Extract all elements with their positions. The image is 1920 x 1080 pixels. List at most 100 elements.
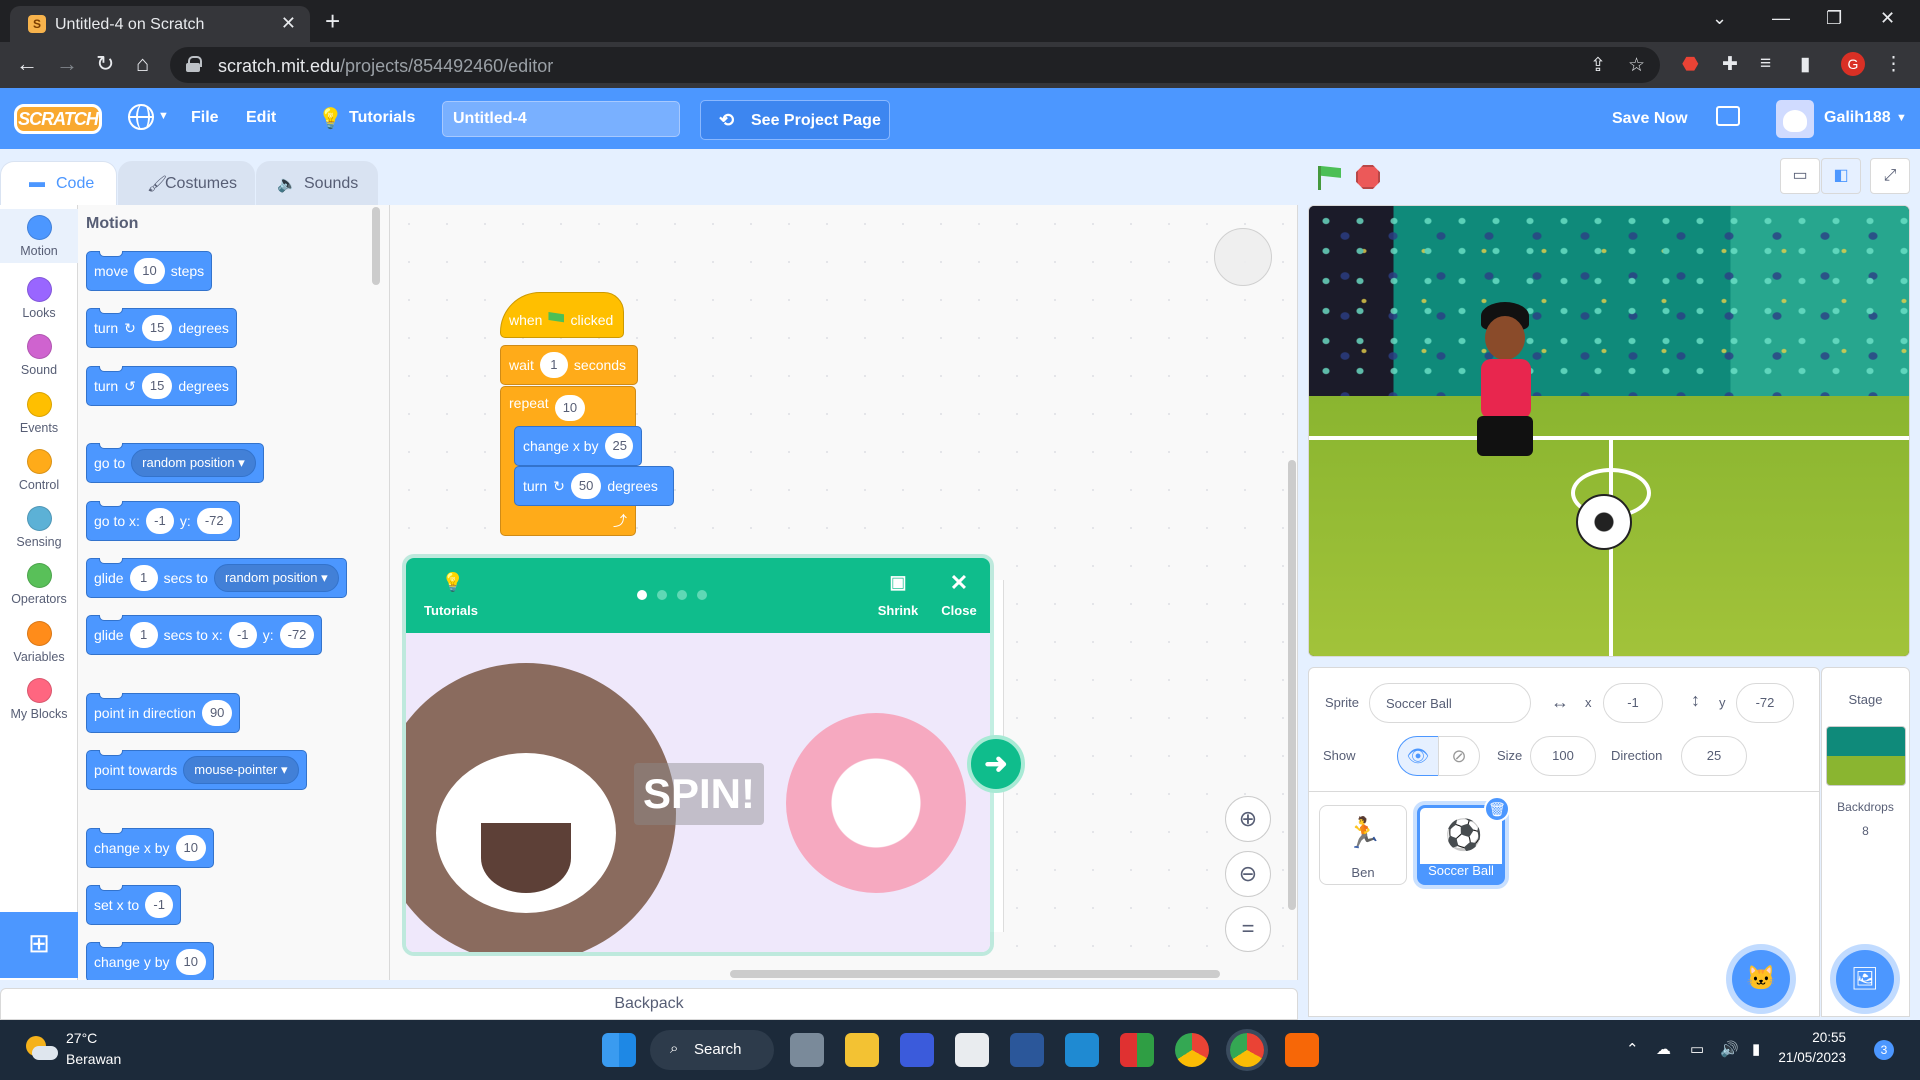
category-looks[interactable]: Looks bbox=[0, 271, 78, 320]
block-input[interactable]: -1 bbox=[228, 622, 257, 648]
side-panel-icon[interactable]: ▮ bbox=[1800, 53, 1810, 76]
tray-chevron-icon[interactable]: ⌃ bbox=[1626, 1040, 1639, 1058]
sprite-name-input[interactable] bbox=[1369, 683, 1531, 723]
scratch-logo[interactable]: SCRATCH bbox=[14, 104, 102, 134]
block-input[interactable]: -72 bbox=[279, 622, 315, 648]
step-dot[interactable] bbox=[697, 590, 707, 600]
block-dropdown[interactable]: mouse-pointer bbox=[183, 756, 299, 784]
close-window-button[interactable]: ✕ bbox=[1880, 8, 1895, 29]
zoom-in-button[interactable]: ⊕ bbox=[1225, 796, 1271, 842]
block-set-x[interactable]: set x to -1 bbox=[86, 885, 182, 925]
notification-badge[interactable]: 3 bbox=[1874, 1040, 1894, 1060]
block-input[interactable]: 90 bbox=[201, 700, 233, 726]
block-glide-to-xy[interactable]: glide 1 secs to x: -1 y: -72 bbox=[86, 615, 323, 655]
tab-search-chevron-icon[interactable]: ⌄ bbox=[1712, 8, 1727, 29]
file-explorer-icon[interactable] bbox=[845, 1033, 879, 1067]
block-turn-right[interactable]: turn ↻ 15 degrees bbox=[86, 308, 237, 348]
x-position-input[interactable]: -1 bbox=[1603, 683, 1663, 723]
block-input[interactable]: 10 bbox=[175, 949, 206, 975]
category-sound[interactable]: Sound bbox=[0, 328, 78, 377]
block-input[interactable]: 1 bbox=[129, 622, 158, 648]
microsoft-store-icon[interactable] bbox=[955, 1033, 989, 1067]
project-title-input[interactable] bbox=[442, 101, 680, 137]
tutorials-button[interactable]: Tutorials bbox=[416, 603, 486, 618]
username[interactable]: Galih188 bbox=[1824, 109, 1891, 127]
choose-backdrop-button[interactable]: 🖼 bbox=[1836, 950, 1894, 1008]
user-avatar[interactable] bbox=[1776, 100, 1814, 138]
partly-cloudy-icon[interactable] bbox=[26, 1034, 58, 1064]
size-input[interactable]: 100 bbox=[1530, 736, 1596, 776]
green-flag-button[interactable] bbox=[1316, 164, 1342, 190]
block-input[interactable]: 10 bbox=[134, 258, 165, 284]
block-input[interactable]: -1 bbox=[145, 892, 174, 918]
block-input[interactable]: 10 bbox=[554, 395, 586, 421]
display-icon[interactable]: ▭ bbox=[1690, 1040, 1704, 1058]
tab-sounds[interactable]: 🔈 Sounds bbox=[256, 161, 378, 205]
system-clock[interactable]: 20:55 21/05/2023 bbox=[1752, 1028, 1846, 1068]
home-icon[interactable]: ⌂ bbox=[136, 51, 149, 77]
tab-code[interactable]: ▬ Code bbox=[0, 161, 117, 206]
category-events[interactable]: Events bbox=[0, 386, 78, 435]
see-project-page-button[interactable]: ⟲ See Project Page bbox=[700, 100, 890, 140]
normal-stage-button[interactable]: ◧ bbox=[1821, 158, 1861, 194]
minimize-button[interactable]: — bbox=[1772, 8, 1790, 29]
block-input[interactable]: 1 bbox=[129, 565, 158, 591]
shrink-button[interactable]: Shrink bbox=[873, 603, 923, 618]
fullscreen-button[interactable]: ⤢ bbox=[1870, 158, 1910, 194]
step-dot-active[interactable] bbox=[637, 590, 647, 600]
lock-icon[interactable] bbox=[186, 56, 202, 72]
bookmark-star-icon[interactable]: ☆ bbox=[1628, 54, 1645, 77]
zoom-out-button[interactable]: ⊖ bbox=[1225, 851, 1271, 897]
taskbar-search[interactable]: ⌕ Search bbox=[650, 1030, 774, 1070]
soccer-ball-sprite[interactable] bbox=[1576, 494, 1632, 550]
weather-temperature[interactable]: 27°C bbox=[66, 1030, 97, 1046]
cloud-sync-icon[interactable]: ☁ bbox=[1656, 1040, 1671, 1058]
scratch-app-icon[interactable] bbox=[1285, 1033, 1319, 1067]
script-turn-degrees[interactable]: turn ↻ 50 degrees bbox=[514, 466, 674, 506]
block-input[interactable]: 25 bbox=[604, 433, 633, 459]
workspace-horizontal-scrollbar[interactable] bbox=[730, 970, 1220, 978]
step-dot[interactable] bbox=[677, 590, 687, 600]
language-globe-icon[interactable] bbox=[128, 104, 154, 130]
profile-avatar[interactable]: G bbox=[1841, 52, 1865, 76]
show-eye-icon[interactable]: 👁 bbox=[1397, 736, 1439, 776]
maximize-button[interactable]: ❐ bbox=[1826, 8, 1842, 29]
vscode-icon[interactable] bbox=[1065, 1033, 1099, 1067]
palette-scrollbar[interactable] bbox=[372, 207, 380, 285]
category-sensing[interactable]: Sensing bbox=[0, 500, 78, 549]
block-input[interactable]: -72 bbox=[196, 508, 232, 534]
block-input[interactable]: 1 bbox=[539, 352, 568, 378]
lightbulb-icon[interactable]: 💡 bbox=[318, 106, 343, 131]
ben-sprite-body[interactable] bbox=[1481, 359, 1531, 419]
direction-input[interactable]: 25 bbox=[1681, 736, 1747, 776]
tab-costumes[interactable]: 🖌 Costumes bbox=[118, 161, 255, 205]
hide-eye-icon[interactable]: ⊘ bbox=[1438, 736, 1480, 776]
workspace-vertical-scrollbar[interactable] bbox=[1288, 460, 1296, 910]
edit-menu[interactable]: Edit bbox=[246, 109, 276, 127]
chrome-profile-icon[interactable] bbox=[1230, 1033, 1264, 1067]
task-view-icon[interactable] bbox=[790, 1033, 824, 1067]
tutorials-menu[interactable]: Tutorials bbox=[349, 109, 415, 127]
reload-icon[interactable]: ↻ bbox=[96, 51, 114, 77]
forward-arrow-icon[interactable]: → bbox=[56, 51, 78, 77]
block-input[interactable]: 15 bbox=[141, 373, 173, 399]
next-step-arrow-button[interactable]: ➜ bbox=[967, 735, 1025, 793]
block-dropdown[interactable]: random position bbox=[213, 564, 339, 592]
block-dropdown[interactable]: random position bbox=[131, 449, 256, 477]
media-queue-icon[interactable]: ≡ bbox=[1760, 53, 1771, 75]
close-tab-icon[interactable]: ✕ bbox=[281, 13, 296, 34]
volume-icon[interactable]: 🔊 bbox=[1720, 1040, 1739, 1058]
app-icon[interactable] bbox=[900, 1033, 934, 1067]
block-glide-to[interactable]: glide 1 secs to random position bbox=[86, 558, 347, 598]
block-point-towards[interactable]: point towards mouse-pointer bbox=[86, 750, 307, 790]
choose-sprite-button[interactable]: 🐱 bbox=[1732, 950, 1790, 1008]
word-icon[interactable] bbox=[1010, 1033, 1044, 1067]
block-go-to-xy[interactable]: go to x: -1 y: -72 bbox=[86, 501, 240, 541]
block-input[interactable]: 50 bbox=[570, 473, 602, 499]
block-input[interactable]: 15 bbox=[141, 315, 173, 341]
y-position-input[interactable]: -72 bbox=[1736, 683, 1794, 723]
category-control[interactable]: Control bbox=[0, 443, 78, 492]
block-change-x[interactable]: change x by 10 bbox=[86, 828, 214, 868]
file-menu[interactable]: File bbox=[191, 109, 219, 127]
extensions-puzzle-icon[interactable]: ✚ bbox=[1722, 53, 1738, 76]
